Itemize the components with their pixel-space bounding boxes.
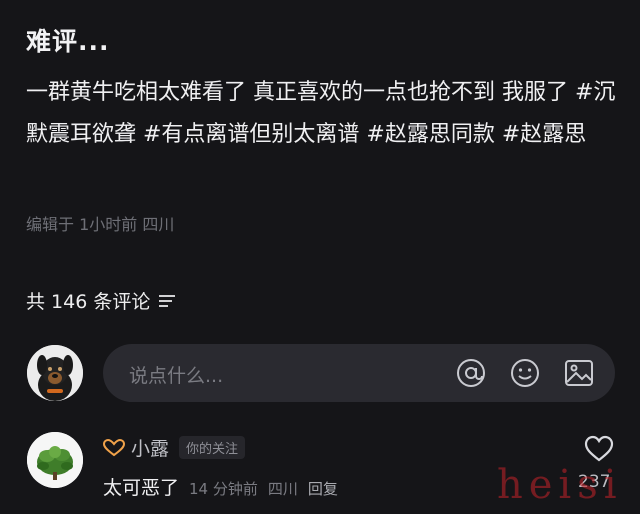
comment-text: 太可恶了 xyxy=(103,477,180,499)
my-avatar[interactable] xyxy=(27,345,83,401)
comment-input[interactable]: 说点什么... xyxy=(103,344,615,402)
image-icon[interactable] xyxy=(563,357,595,389)
sort-lines-icon[interactable] xyxy=(158,293,176,309)
commenter-name[interactable]: 小露 xyxy=(131,434,169,461)
dog-avatar-icon xyxy=(27,345,83,401)
post-title: 难评... xyxy=(26,27,110,56)
comment-input-placeholder: 说点什么... xyxy=(129,365,224,387)
reply-button[interactable]: 回复 xyxy=(308,478,338,499)
at-icon[interactable] xyxy=(455,357,487,389)
emoji-icon[interactable] xyxy=(509,357,541,389)
commenter-name-row: 小露 你的关注 xyxy=(103,434,246,461)
post-meta: 编辑于 1小时前 四川 xyxy=(26,215,175,234)
heart-hands-icon xyxy=(103,438,125,456)
like-heart-icon[interactable] xyxy=(584,435,614,463)
plant-avatar-icon xyxy=(27,432,83,488)
commenter-avatar[interactable] xyxy=(27,432,83,488)
comment-count-label: 共 146 条评论 xyxy=(26,291,151,313)
post-body: 一群黄牛吃相太难看了 真正喜欢的一点也抢不到 我服了 #沉默震耳欲聋 #有点离谱… xyxy=(26,80,616,147)
following-badge: 你的关注 xyxy=(179,436,246,459)
comment-location: 四川 xyxy=(267,480,298,498)
comment-content-row: 太可恶了 14 分钟前 四川 回复 xyxy=(103,473,338,500)
watermark: heisi xyxy=(497,462,623,508)
comment-time: 14 分钟前 xyxy=(189,480,258,498)
comments-header[interactable]: 共 146 条评论 xyxy=(26,287,176,314)
